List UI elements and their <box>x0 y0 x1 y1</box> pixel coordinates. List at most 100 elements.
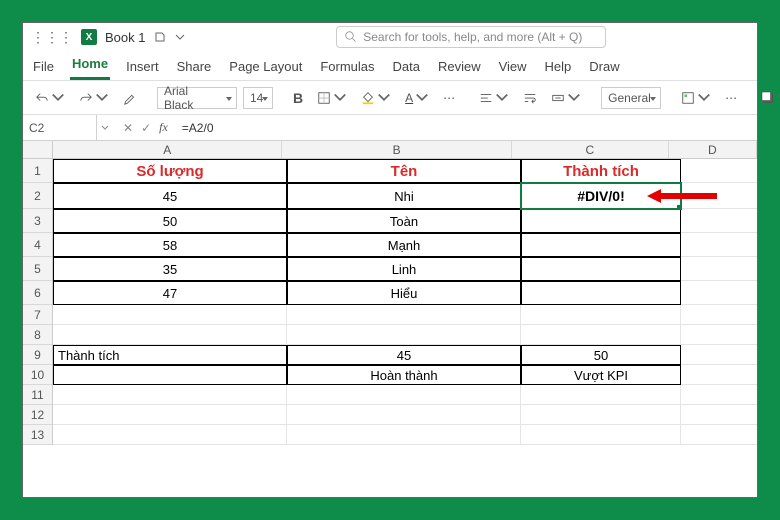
cell-C12[interactable] <box>521 405 681 425</box>
cell-B2[interactable]: Nhi <box>287 183 521 209</box>
cell-C8[interactable] <box>521 325 681 345</box>
cell-C3[interactable] <box>521 209 681 233</box>
cell-C5[interactable] <box>521 257 681 281</box>
namebox-dropdown-icon[interactable] <box>101 124 109 132</box>
tab-page-layout[interactable]: Page Layout <box>227 55 304 80</box>
cell-B10[interactable]: Hoàn thành <box>287 365 521 385</box>
save-dropdown-icon[interactable] <box>155 32 165 42</box>
row-header-12[interactable]: 12 <box>23 405 52 425</box>
cell-A11[interactable] <box>53 385 287 405</box>
cell-D4[interactable] <box>681 233 757 257</box>
cell-D8[interactable] <box>681 325 757 345</box>
cell-B12[interactable] <box>287 405 521 425</box>
cell-D1[interactable] <box>681 159 757 183</box>
cell-D5[interactable] <box>681 257 757 281</box>
row-header-8[interactable]: 8 <box>23 325 52 345</box>
cell-B1[interactable]: Tên <box>287 159 521 183</box>
tab-file[interactable]: File <box>31 55 56 80</box>
row-header-3[interactable]: 3 <box>23 209 52 233</box>
wrap-text-button[interactable] <box>519 89 541 107</box>
cell-B7[interactable] <box>287 305 521 325</box>
cell-D11[interactable] <box>681 385 757 405</box>
merge-button[interactable] <box>547 89 585 107</box>
cell-B3[interactable]: Toàn <box>287 209 521 233</box>
cell-D13[interactable] <box>681 425 757 445</box>
cell-A9[interactable]: Thành tích <box>53 345 287 365</box>
cell-A3[interactable]: 50 <box>53 209 287 233</box>
cell-C10[interactable]: Vượt KPI <box>521 365 681 385</box>
row-header-7[interactable]: 7 <box>23 305 52 325</box>
undo-button[interactable] <box>31 89 69 107</box>
cancel-formula-icon[interactable]: ✕ <box>123 121 133 135</box>
search-box[interactable]: Search for tools, help, and more (Alt + … <box>336 26 606 48</box>
row-header-10[interactable]: 10 <box>23 365 52 385</box>
cell-D6[interactable] <box>681 281 757 305</box>
cell-A10[interactable] <box>53 365 287 385</box>
cell-C4[interactable] <box>521 233 681 257</box>
row-header-4[interactable]: 4 <box>23 233 52 257</box>
row-header-5[interactable]: 5 <box>23 257 52 281</box>
cell-C13[interactable] <box>521 425 681 445</box>
cell-D9[interactable] <box>681 345 757 365</box>
cell-D3[interactable] <box>681 209 757 233</box>
more-font-icon[interactable]: ⋯ <box>439 89 459 107</box>
cell-B6[interactable]: Hiểu <box>287 281 521 305</box>
cell-B13[interactable] <box>287 425 521 445</box>
cell-B5[interactable]: Linh <box>287 257 521 281</box>
cell-A7[interactable] <box>53 305 287 325</box>
tab-review[interactable]: Review <box>436 55 483 80</box>
more-styles-icon[interactable]: ⋯ <box>721 89 741 107</box>
cell-A12[interactable] <box>53 405 287 425</box>
cell-B11[interactable] <box>287 385 521 405</box>
row-header-2[interactable]: 2 <box>23 183 52 209</box>
name-box[interactable]: C2 <box>23 115 97 140</box>
cell-C7[interactable] <box>521 305 681 325</box>
enter-formula-icon[interactable]: ✓ <box>141 121 151 135</box>
tab-data[interactable]: Data <box>391 55 422 80</box>
conditional-format-button[interactable] <box>677 89 715 107</box>
tab-draw[interactable]: Draw <box>587 55 621 80</box>
number-format-select[interactable]: General <box>601 87 661 109</box>
col-header-A[interactable]: A <box>53 141 282 158</box>
font-size-select[interactable]: 14 <box>243 87 273 109</box>
cell-D12[interactable] <box>681 405 757 425</box>
redo-button[interactable] <box>75 89 113 107</box>
cell-C6[interactable] <box>521 281 681 305</box>
row-header-13[interactable]: 13 <box>23 425 52 445</box>
align-left-button[interactable] <box>475 89 513 107</box>
cell-A5[interactable]: 35 <box>53 257 287 281</box>
fx-icon[interactable]: fx <box>159 120 168 135</box>
cell-C1[interactable]: Thành tích <box>521 159 681 183</box>
borders-button[interactable] <box>313 89 351 107</box>
tab-share[interactable]: Share <box>175 55 214 80</box>
fill-color-button[interactable] <box>357 89 395 107</box>
col-header-B[interactable]: B <box>282 141 511 158</box>
paintbrush-button[interactable] <box>119 89 141 107</box>
cell-A8[interactable] <box>53 325 287 345</box>
formula-input[interactable]: =A2/0 <box>178 115 757 140</box>
cell-grid[interactable]: Số lượngTênThành tích45Nhi#DIV/0!50Toàn5… <box>53 159 757 497</box>
column-headers[interactable]: ABCD <box>53 141 757 159</box>
cell-A1[interactable]: Số lượng <box>53 159 287 183</box>
tab-insert[interactable]: Insert <box>124 55 161 80</box>
col-header-C[interactable]: C <box>512 141 669 158</box>
tab-help[interactable]: Help <box>543 55 574 80</box>
row-header-1[interactable]: 1 <box>23 159 52 183</box>
cell-B8[interactable] <box>287 325 521 345</box>
cell-A4[interactable]: 58 <box>53 233 287 257</box>
tab-formulas[interactable]: Formulas <box>318 55 376 80</box>
row-header-11[interactable]: 11 <box>23 385 52 405</box>
cell-D10[interactable] <box>681 365 757 385</box>
chevron-down-icon[interactable] <box>175 32 185 42</box>
cell-A2[interactable]: 45 <box>53 183 287 209</box>
row-header-9[interactable]: 9 <box>23 345 52 365</box>
cell-B9[interactable]: 45 <box>287 345 521 365</box>
font-name-select[interactable]: Arial Black <box>157 87 237 109</box>
row-header-6[interactable]: 6 <box>23 281 52 305</box>
font-color-button[interactable]: A <box>401 89 433 107</box>
tab-view[interactable]: View <box>497 55 529 80</box>
cell-A6[interactable]: 47 <box>53 281 287 305</box>
spreadsheet-area[interactable]: ABCD 12345678910111213 Số lượngTênThành … <box>23 141 757 497</box>
cell-C9[interactable]: 50 <box>521 345 681 365</box>
col-header-D[interactable]: D <box>669 141 757 158</box>
